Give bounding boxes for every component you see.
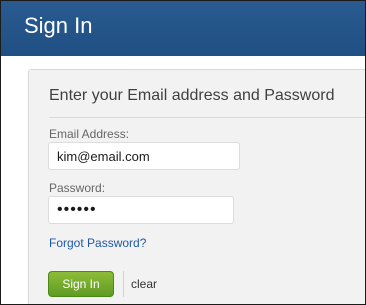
sign-in-header: Sign In — [1, 1, 365, 56]
sign-in-window: Sign In Enter your Email address and Pas… — [0, 0, 366, 305]
email-label: Email Address: — [49, 127, 130, 141]
panel-divider — [49, 117, 365, 118]
sign-in-button[interactable]: Sign In — [48, 271, 114, 297]
clear-link[interactable]: clear — [131, 277, 157, 291]
email-field[interactable] — [48, 142, 240, 170]
forgot-password-link[interactable]: Forgot Password? — [49, 236, 146, 250]
panel-title: Enter your Email address and Password — [49, 87, 335, 104]
button-separator — [123, 271, 124, 297]
sign-in-panel: Enter your Email address and Password Em… — [28, 69, 365, 304]
password-field[interactable] — [48, 196, 234, 224]
page-title: Sign In — [24, 13, 93, 38]
password-label: Password: — [49, 181, 106, 195]
